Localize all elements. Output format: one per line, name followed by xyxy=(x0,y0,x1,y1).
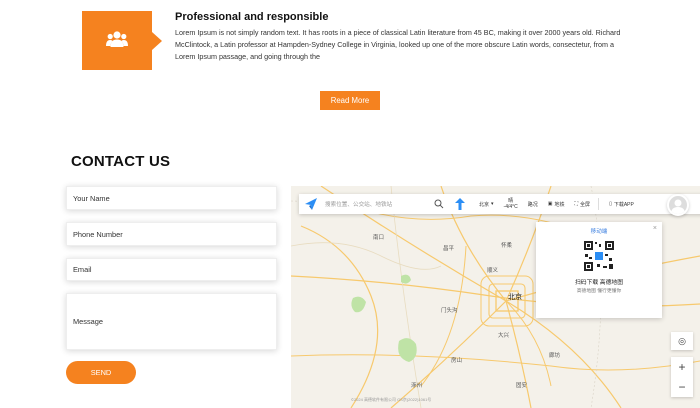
download-app-button[interactable]: ▯ 下载APP xyxy=(609,201,634,208)
traffic-button[interactable]: 路况 xyxy=(528,201,538,208)
qr-caption: 扫码下载 高德地图 xyxy=(575,280,623,286)
map-label-l1: 南口 xyxy=(373,235,385,241)
map-label-l5: 大兴 xyxy=(498,333,510,339)
map-label-beijing: 北京 xyxy=(508,294,522,301)
route-arrow-icon xyxy=(455,198,465,210)
user-avatar[interactable] xyxy=(667,194,689,216)
map-search-bar: 搜索位置、公交站、地铁站 北京 ▾ 晴 -4/4°C 路况 ▣ 地铁 ⛶ 全屏 … xyxy=(299,194,700,214)
read-more-button[interactable]: Read More xyxy=(320,91,380,110)
feature-icon-box xyxy=(82,11,162,70)
map-widget[interactable]: 北京 廊坊 南口 昌平 怀柔 门头沟 大兴 涿州 固安 通州 顺义 房山 搜索位… xyxy=(291,186,700,408)
tool-label-fullscreen: 全屏 xyxy=(580,201,591,208)
map-search-button[interactable] xyxy=(434,199,444,211)
map-label-l4: 门头沟 xyxy=(441,308,458,314)
phone-field[interactable]: Phone Number xyxy=(66,222,277,246)
fullscreen-icon: ⛶ xyxy=(574,201,579,207)
map-label-l6: 涿州 xyxy=(411,383,423,389)
weather-temp: -4/4°C xyxy=(503,204,518,210)
send-button[interactable]: SEND xyxy=(66,361,136,384)
map-label-l7: 固安 xyxy=(516,383,528,389)
feature-title: Professional and responsible xyxy=(175,11,329,23)
user-icon xyxy=(671,199,685,214)
route-button[interactable] xyxy=(455,198,465,212)
map-label-l3: 怀柔 xyxy=(501,243,513,249)
zoom-control: + − xyxy=(671,357,693,397)
qr-subcaption: 高德地图 懂行更懂你 xyxy=(576,289,622,294)
map-label-l9: 顺义 xyxy=(487,268,499,274)
map-toolbar: 北京 ▾ 晴 -4/4°C 路况 ▣ 地铁 ⛶ 全屏 ▯ 下载APP xyxy=(469,194,634,214)
qr-code-icon xyxy=(583,240,615,272)
map-label-l10: 房山 xyxy=(451,358,463,364)
search-icon xyxy=(434,199,444,209)
download-app-label: 下载APP xyxy=(613,201,634,208)
qr-popup: 移动端 × 扫码下载 高德地图 高德地图 懂行更懂你 xyxy=(536,222,662,318)
map-search-input[interactable]: 搜索位置、公交站、地铁站 xyxy=(325,200,425,208)
amap-logo-icon xyxy=(305,198,317,210)
message-field[interactable]: Message xyxy=(66,293,277,350)
chevron-down-icon: ▾ xyxy=(491,201,494,207)
weather-widget: 晴 -4/4°C xyxy=(504,198,518,210)
toolbar-divider xyxy=(598,198,600,210)
name-field[interactable]: Your Name xyxy=(66,186,277,210)
map-copyright: ©2024 高德软件有限公司 GS京(2022)1061号 xyxy=(351,397,432,402)
locate-icon: ◎ xyxy=(678,336,686,346)
users-icon xyxy=(106,31,128,47)
qr-title: 移动端 xyxy=(590,229,608,235)
map-label-langfang: 廊坊 xyxy=(549,353,561,359)
map-label-l2: 昌平 xyxy=(443,246,455,252)
subway-button[interactable]: ▣ 地铁 xyxy=(548,201,565,208)
city-label: 北京 xyxy=(479,201,490,208)
email-field[interactable]: Email xyxy=(66,258,277,281)
tool-label-traffic: 路况 xyxy=(527,201,538,208)
subway-icon: ▣ xyxy=(547,201,553,207)
locate-button[interactable]: ◎ xyxy=(671,332,693,350)
feature-description: Lorem Ipsum is not simply random text. I… xyxy=(175,28,621,62)
zoom-in-button[interactable]: + xyxy=(671,357,693,377)
feature-box-pointer xyxy=(152,32,162,50)
zoom-out-button[interactable]: − xyxy=(671,377,693,397)
fullscreen-button[interactable]: ⛶ 全屏 xyxy=(575,201,591,208)
contact-title: CONTACT US xyxy=(71,153,171,170)
tool-label-subway: 地铁 xyxy=(554,201,565,208)
close-icon[interactable]: × xyxy=(653,225,657,232)
city-selector[interactable]: 北京 ▾ xyxy=(479,201,494,208)
phone-icon: ▯ xyxy=(609,201,612,207)
